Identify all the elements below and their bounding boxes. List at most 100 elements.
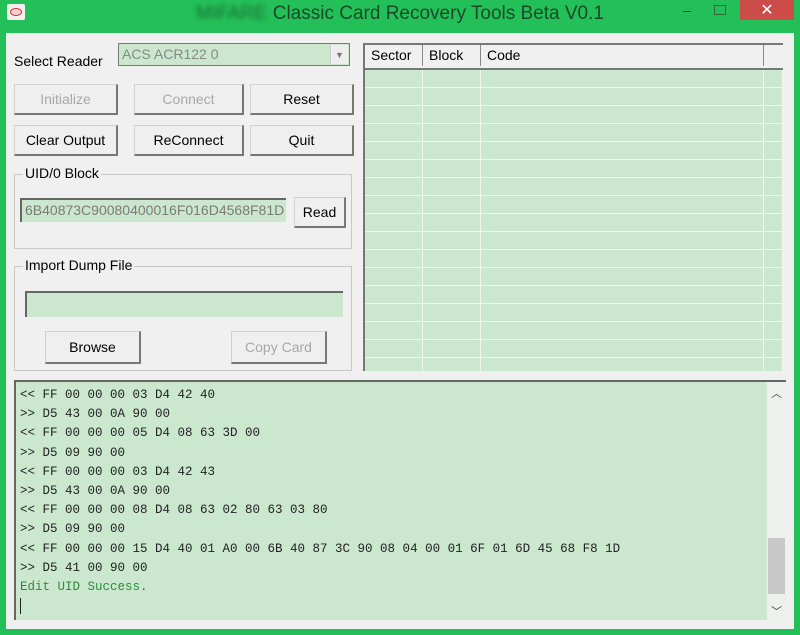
output-log[interactable]: << FF 00 00 00 03 D4 42 40 >> D5 43 00 0A…: [14, 380, 786, 620]
sector-table[interactable]: Sector Block Code: [363, 43, 783, 371]
dump-file-path-field[interactable]: [25, 291, 343, 317]
reconnect-button[interactable]: ReConnect: [134, 125, 244, 156]
log-line: << FF 00 00 00 15 D4 40 01 A0 00 6B 40 8…: [20, 541, 621, 556]
uid-block-group-label: UID/0 Block: [23, 165, 101, 181]
table-cell: [481, 88, 764, 105]
table-cell: [365, 70, 423, 87]
table-cell: [764, 250, 783, 267]
table-cell: [423, 232, 481, 249]
table-row-empty: [365, 106, 783, 124]
sector-table-body: [365, 70, 783, 371]
table-cell: [423, 322, 481, 339]
table-cell: [764, 340, 783, 357]
table-cell: [423, 160, 481, 177]
reader-select[interactable]: ACS ACR122 0 ▼: [118, 43, 350, 66]
chevron-down-icon[interactable]: ▼: [330, 45, 348, 64]
table-cell: [481, 196, 764, 213]
copy-card-button[interactable]: Copy Card: [231, 331, 327, 364]
maximize-icon: [714, 5, 726, 15]
table-cell: [423, 178, 481, 195]
main-window: Select Reader ACS ACR122 0 ▼ Initialize …: [6, 33, 794, 629]
log-line: >> D5 09 90 00: [20, 445, 126, 460]
log-line: << FF 00 00 00 08 D4 08 63 02 80 63 03 8…: [20, 503, 328, 518]
scroll-up-icon[interactable]: ︿: [767, 384, 786, 402]
table-cell: [481, 106, 764, 123]
table-cell: [764, 124, 783, 141]
table-cell: [764, 268, 783, 285]
table-cell: [481, 214, 764, 231]
table-cell: [365, 250, 423, 267]
reader-select-value: ACS ACR122 0: [122, 46, 219, 62]
table-cell: [423, 124, 481, 141]
scroll-down-icon[interactable]: ﹀: [767, 602, 786, 620]
minimize-button[interactable]: –: [672, 0, 702, 20]
table-cell: [481, 322, 764, 339]
table-cell: [764, 304, 783, 321]
table-cell: [764, 142, 783, 159]
table-cell: [764, 160, 783, 177]
table-cell: [764, 358, 783, 371]
log-input-line[interactable]: [20, 597, 620, 616]
table-cell: [365, 232, 423, 249]
log-line: >> D5 43 00 0A 90 00: [20, 483, 171, 498]
initialize-button[interactable]: Initialize: [14, 84, 118, 115]
column-header-sector[interactable]: Sector: [365, 45, 423, 66]
table-row-empty: [365, 358, 783, 371]
quit-button[interactable]: Quit: [250, 125, 354, 156]
maximize-button[interactable]: [705, 0, 735, 20]
table-cell: [481, 124, 764, 141]
sector-table-header: Sector Block Code: [365, 45, 783, 70]
table-cell: [481, 178, 764, 195]
table-cell: [365, 214, 423, 231]
table-cell: [365, 106, 423, 123]
connect-button[interactable]: Connect: [134, 84, 244, 115]
import-dump-group-label: Import Dump File: [23, 257, 135, 273]
table-cell: [423, 250, 481, 267]
title-bar: MIFARE Classic Card Recovery Tools Beta V…: [0, 0, 800, 30]
table-row-empty: [365, 70, 783, 88]
table-cell: [423, 88, 481, 105]
log-line: >> D5 09 90 00: [20, 522, 126, 537]
import-dump-group: Import Dump File Browse Copy Card: [14, 257, 352, 371]
browse-button[interactable]: Browse: [45, 331, 141, 364]
log-line: << FF 00 00 00 05 D4 08 63 3D 00: [20, 426, 261, 441]
table-row-empty: [365, 232, 783, 250]
table-row-empty: [365, 178, 783, 196]
table-row-empty: [365, 160, 783, 178]
scrollbar-thumb[interactable]: [768, 538, 785, 594]
table-cell: [481, 250, 764, 267]
table-cell: [764, 196, 783, 213]
table-cell: [365, 322, 423, 339]
table-row-empty: [365, 250, 783, 268]
uid-block-field[interactable]: 6B40873C90080400016F016D4568F81D: [20, 198, 286, 222]
table-cell: [481, 70, 764, 87]
output-log-scrollbar[interactable]: ︿ ﹀: [767, 382, 786, 620]
reset-button[interactable]: Reset: [250, 84, 354, 115]
clear-output-button[interactable]: Clear Output: [14, 125, 118, 156]
table-row-empty: [365, 304, 783, 322]
table-cell: [365, 124, 423, 141]
table-row-empty: [365, 214, 783, 232]
table-cell: [481, 358, 764, 371]
column-header-block[interactable]: Block: [423, 45, 481, 66]
table-cell: [764, 286, 783, 303]
text-caret: [20, 597, 21, 614]
log-line: << FF 00 00 00 03 D4 42 43: [20, 464, 216, 479]
close-button[interactable]: ✕: [740, 0, 794, 20]
table-cell: [423, 286, 481, 303]
table-cell: [365, 196, 423, 213]
table-cell: [764, 322, 783, 339]
column-header-filler: [764, 45, 783, 66]
table-row-empty: [365, 340, 783, 358]
table-cell: [423, 340, 481, 357]
table-cell: [365, 304, 423, 321]
table-cell: [423, 196, 481, 213]
table-cell: [481, 142, 764, 159]
table-cell: [423, 358, 481, 371]
column-header-code[interactable]: Code: [481, 45, 764, 66]
output-log-lines: << FF 00 00 00 03 D4 42 40 >> D5 43 00 0A…: [20, 386, 620, 616]
read-button[interactable]: Read: [294, 197, 346, 228]
uid-block-group: UID/0 Block 6B40873C90080400016F016D4568…: [14, 165, 352, 249]
table-cell: [764, 88, 783, 105]
table-row-empty: [365, 124, 783, 142]
